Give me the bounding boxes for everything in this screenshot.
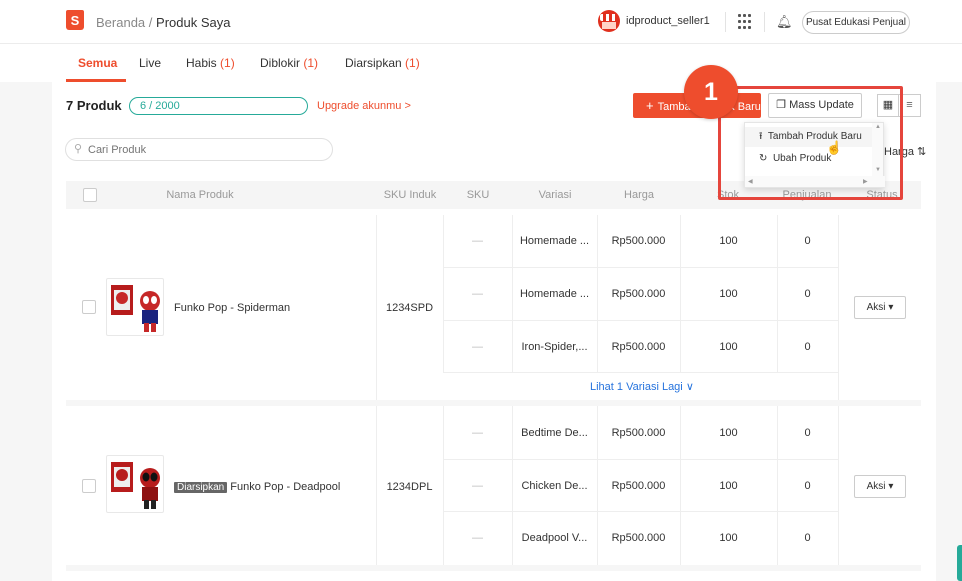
harga-cell: Rp500.000 (611, 427, 666, 439)
stok-cell: 100 (719, 427, 738, 439)
penjualan-cell: 0 (804, 427, 811, 439)
select-all-checkbox[interactable] (83, 188, 97, 202)
divider (443, 372, 838, 373)
pusat-edukasi-button[interactable]: Pusat Edukasi Penjual (802, 11, 910, 34)
aksi-button[interactable]: Aksi ▾ (854, 475, 906, 498)
product-thumbnail[interactable] (106, 278, 164, 336)
shopee-logo[interactable]: S (66, 10, 84, 30)
product-name[interactable]: Funko Pop - Spiderman (174, 302, 290, 314)
spiderman-image (111, 285, 160, 332)
breadcrumb-separator: / (148, 15, 153, 30)
harga-cell: Rp500.000 (611, 532, 666, 544)
highlight-box (718, 86, 903, 200)
sku-cell: — (472, 288, 483, 300)
stok-cell: 100 (719, 480, 738, 492)
sku-cell: — (472, 427, 483, 439)
product-name[interactable]: Diarsipkan Funko Pop - Deadpool (174, 481, 340, 493)
variasi-cell: Homemade ... (519, 288, 590, 300)
sort-icon: ⇅ (917, 146, 927, 158)
chat-edge-tab[interactable] (957, 545, 962, 581)
variasi-cell: Homemade ... (519, 235, 590, 247)
breadcrumb-current: Produk Saya (156, 15, 231, 30)
col-nama-produk: Nama Produk (166, 189, 234, 201)
upgrade-link[interactable]: Upgrade akunmu > (317, 100, 411, 112)
tab-semua[interactable]: Semua (78, 56, 117, 70)
variasi-cell: Iron-Spider,... (521, 341, 588, 353)
product-count: 7 Produk (66, 98, 122, 113)
search-input[interactable] (65, 138, 333, 161)
sku-cell: — (472, 235, 483, 247)
sku-cell: — (472, 480, 483, 492)
product-row (66, 571, 921, 581)
sku-cell: — (472, 532, 483, 544)
penjualan-cell: 0 (804, 480, 811, 492)
stok-cell: 100 (719, 341, 738, 353)
breadcrumb-home[interactable]: Beranda (96, 15, 145, 30)
aksi-button[interactable]: Aksi ▾ (854, 296, 906, 319)
harga-cell: Rp500.000 (611, 235, 666, 247)
variasi-cell: Bedtime De... (521, 427, 588, 439)
penjualan-cell: 0 (804, 235, 811, 247)
divider (838, 406, 839, 565)
deadpool-image (111, 462, 160, 509)
col-sku: SKU (466, 189, 490, 201)
tab-diarsipkan[interactable]: Diarsipkan (1) (345, 56, 420, 70)
stok-cell: 100 (719, 288, 738, 300)
row-checkbox[interactable] (82, 300, 96, 314)
caret-down-icon: ▾ (888, 302, 894, 313)
sku-induk: 1234SPD (385, 302, 434, 314)
archived-badge: Diarsipkan (174, 482, 228, 493)
penjualan-cell: 0 (804, 288, 811, 300)
col-sku-induk: SKU Induk (383, 189, 437, 201)
divider (443, 267, 838, 268)
header-divider (764, 12, 765, 32)
penjualan-cell: 0 (804, 532, 811, 544)
caret-down-icon: ▾ (888, 481, 894, 492)
breadcrumb: Beranda / Produk Saya (96, 15, 230, 30)
bell-icon[interactable]: 🔔︎ (776, 14, 793, 30)
tab-habis[interactable]: Habis (1) (186, 56, 235, 70)
tab-diblokir[interactable]: Diblokir (1) (260, 56, 318, 70)
col-harga: Harga (624, 189, 654, 201)
product-thumbnail[interactable] (106, 455, 164, 513)
penjualan-cell: 0 (804, 341, 811, 353)
divider (443, 459, 838, 460)
harga-cell: Rp500.000 (611, 480, 666, 492)
col-variasi: Variasi (538, 189, 572, 201)
variasi-cell: Deadpool V... (521, 532, 588, 544)
header-divider (725, 12, 726, 32)
search-icon: ⚲ (74, 143, 83, 155)
divider (443, 320, 838, 321)
apps-grid-icon[interactable] (738, 14, 754, 30)
stok-cell: 100 (719, 235, 738, 247)
divider (838, 215, 839, 400)
chevron-down-icon: ∨ (685, 381, 694, 393)
seller-name[interactable]: idproduct_seller1 (626, 15, 710, 27)
shop-icon[interactable] (598, 10, 620, 32)
step-badge: 1 (684, 65, 738, 119)
sku-cell: — (472, 341, 483, 353)
tab-live[interactable]: Live (139, 56, 161, 70)
more-variations-link[interactable]: Lihat 1 Variasi Lagi ∨ (590, 380, 694, 393)
harga-cell: Rp500.000 (611, 341, 666, 353)
stok-cell: 100 (719, 532, 738, 544)
row-checkbox[interactable] (82, 479, 96, 493)
product-quota: 6 / 2000 (129, 97, 308, 115)
harga-cell: Rp500.000 (611, 288, 666, 300)
sku-induk: 1234DPL (386, 481, 433, 493)
variasi-cell: Chicken De... (521, 480, 588, 492)
divider (443, 511, 838, 512)
